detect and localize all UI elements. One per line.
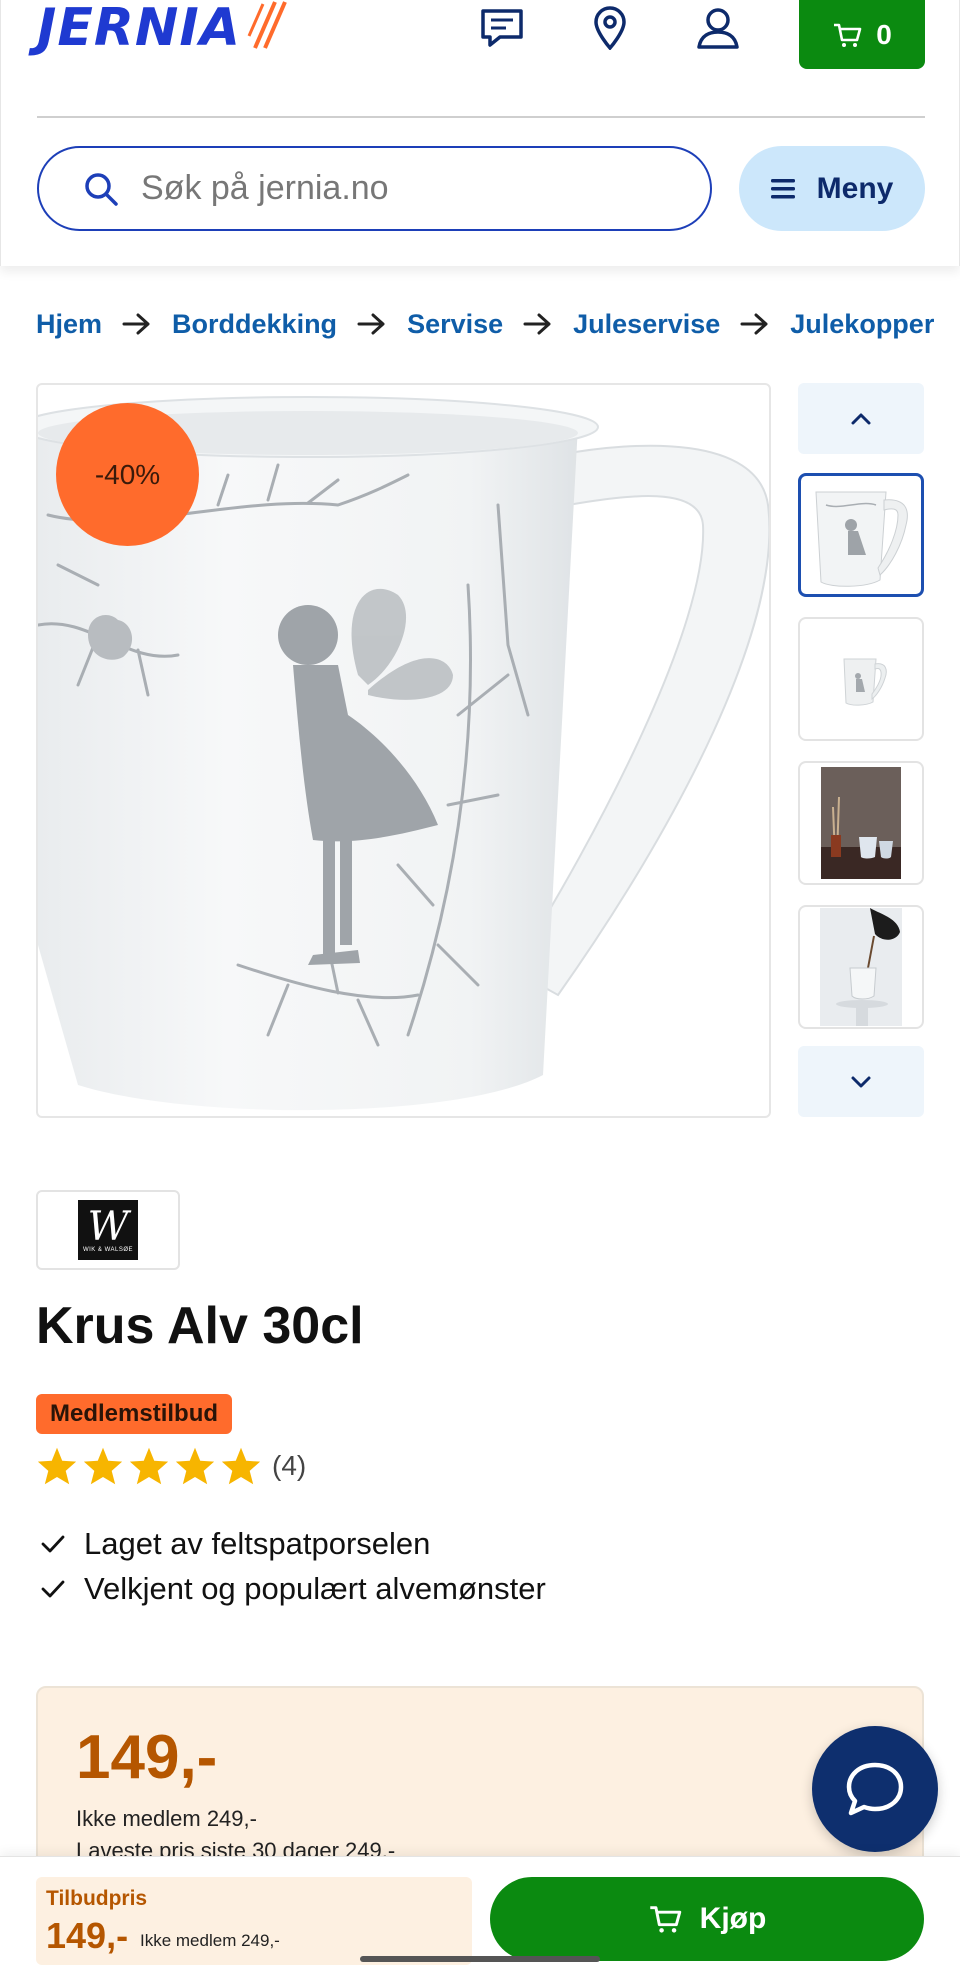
discount-badge: -40% [56,403,199,546]
header-divider [37,116,925,118]
thumbnail-mug-small-image [843,658,887,706]
breadcrumb-julekopper[interactable]: Julekopper [790,309,934,340]
brand-logo-caption: WIK & WALSØE [82,1247,134,1253]
cart-button[interactable]: 0 [799,0,925,69]
usp-text: Velkjent og populært alvemønster [84,1571,546,1606]
brand-logo[interactable]: W WIK & WALSØE [36,1190,180,1270]
thumbnail-4[interactable] [798,905,924,1029]
star-icon [221,1447,261,1485]
logo-text: JERNIA [37,0,242,58]
cart-count: 0 [876,18,892,50]
arrow-right-icon [740,312,770,336]
breadcrumb-borddekking[interactable]: Borddekking [172,309,337,340]
footer-offer-label: Tilbudpris [46,1887,148,1910]
non-member-price: Ikke medlem 249,- [76,1806,257,1831]
breadcrumb-servise[interactable]: Servise [407,309,503,340]
star-icon [175,1447,215,1485]
logo-stripes-icon [247,1,287,49]
thumbnail-1[interactable] [798,473,924,597]
footer-non-member-price: Ikke medlem 249,- [140,1931,280,1950]
menu-button[interactable]: Meny [739,146,925,231]
chat-icon[interactable] [478,4,526,52]
buy-label: Kjøp [699,1902,767,1935]
thumbnail-mug-image [815,491,908,587]
thumbnail-2[interactable] [798,617,924,741]
star-icon [37,1447,77,1485]
thumbnail-scroll-up-button[interactable] [798,383,924,454]
thumbnail-lifestyle-image [821,767,901,879]
arrow-right-icon [523,312,553,336]
hamburger-icon [770,178,795,198]
menu-label: Meny [816,171,894,205]
usp-item: Laget av feltspatporselen [40,1526,430,1562]
buy-button[interactable]: Kjøp [490,1877,924,1961]
jernia-logo[interactable]: JERNIA [37,0,291,54]
breadcrumb: Hjem Borddekking Servise Juleservise Jul… [36,302,934,346]
usp-text: Laget av feltspatporselen [84,1526,431,1561]
search-bar[interactable] [37,146,712,231]
footer-offer-box: Tilbudpris 149,- Ikke medlem 249,- [36,1877,472,1965]
checkmark-icon [41,1535,65,1553]
breadcrumb-juleservise[interactable]: Juleservise [573,309,720,340]
search-icon [85,172,118,206]
thumbnail-scroll-down-button[interactable] [798,1046,924,1117]
arrow-right-icon [122,312,152,336]
member-offer-badge: Medlemstilbud [36,1394,233,1434]
star-icon [83,1447,123,1485]
chevron-up-icon [851,413,871,424]
search-input[interactable] [141,169,661,208]
review-count[interactable]: (4) [272,1450,306,1482]
thumbnail-3[interactable] [798,761,924,885]
product-title: Krus Alv 30cl [36,1297,364,1355]
usp-item: Velkjent og populært alvemønster [40,1571,546,1607]
cart-icon [649,1906,681,1933]
offer-price: 149,- [76,1723,218,1792]
arrow-right-icon [357,312,387,336]
user-icon[interactable] [694,4,742,52]
brand-logo-mark: W WIK & WALSØE [78,1200,138,1260]
chat-bubble-icon [846,1762,904,1816]
rating-stars[interactable]: (4) [36,1446,306,1486]
cart-icon [834,23,862,47]
breadcrumb-hjem[interactable]: Hjem [36,309,102,340]
footer-offer-price: 149,- [46,1915,129,1956]
star-icon [129,1447,169,1485]
home-indicator [360,1956,600,1962]
sticky-buy-bar: Tilbudpris 149,- Ikke medlem 249,- Kjøp [0,1856,960,1987]
location-pin-icon[interactable] [586,4,634,52]
chevron-down-icon [851,1076,871,1087]
chat-widget-button[interactable] [812,1726,938,1852]
checkmark-icon [41,1580,65,1598]
thumbnail-pouring-image [820,908,902,1026]
site-header: JERNIA 0 Søk på jernia.no Meny [0,0,960,266]
